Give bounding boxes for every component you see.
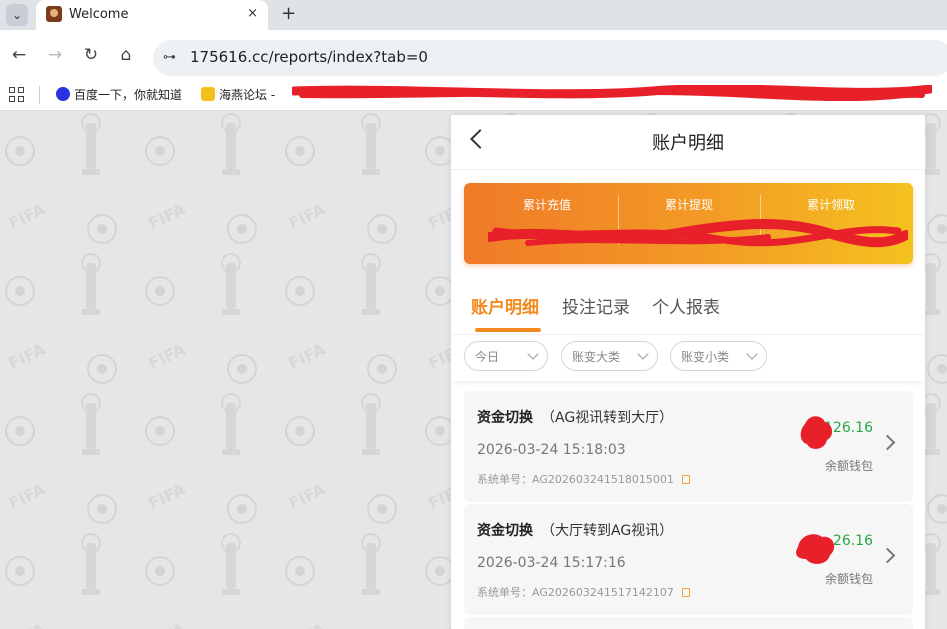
browser-tab[interactable]: Welcome ×	[36, 0, 268, 30]
address-bar[interactable]: ⊶ 175616.cc/reports/index?tab=0	[153, 40, 947, 76]
bookmark-label: 海燕论坛 -	[219, 88, 276, 102]
trophy-icon	[201, 87, 215, 101]
order-text: 系统单号：AG202603241517142107	[477, 586, 674, 599]
filter-label: 今日	[475, 350, 500, 364]
redaction-scribble	[292, 85, 932, 101]
chevron-down-icon	[527, 348, 539, 360]
copy-icon[interactable]	[681, 475, 690, 484]
list-item[interactable]	[464, 617, 913, 629]
baidu-paw-icon	[56, 87, 70, 101]
copy-icon[interactable]	[681, 588, 690, 597]
record-order-number: 系统单号：AG202603241518015001	[477, 471, 690, 487]
record-type: 资金切换	[477, 410, 533, 426]
tab-strip: chevron-down-icon⌄ Welcome × +	[0, 0, 947, 30]
list-item[interactable]: 资金切换 （AG视讯转到大厅） 2026-03-24 15:18:03 系统单号：…	[464, 391, 913, 502]
site-favicon-icon	[46, 6, 62, 22]
record-wallet: 余额钱包	[824, 572, 873, 586]
tab-bet-records[interactable]: 投注记录	[562, 293, 630, 318]
panel-header: 账户明细	[451, 115, 925, 170]
chevron-right-icon	[879, 547, 896, 564]
record-detail: （大厅转到AG视讯）	[541, 523, 674, 539]
account-detail-panel: 账户明细 累计充值 累计提现 累计领取 账户明细 投注记录 个人报表 今日 账变…	[451, 115, 925, 629]
redaction-scribble	[488, 219, 908, 248]
chevron-right-icon	[879, 434, 896, 451]
home-button[interactable]: ⌂	[115, 44, 137, 66]
active-tab-indicator	[475, 328, 541, 332]
record-time: 2026-03-24 15:18:03	[477, 442, 626, 458]
record-amount: 26.16	[832, 533, 873, 549]
site-info-icon[interactable]: ⊶	[163, 50, 176, 65]
record-title: 资金切换 （AG视讯转到大厅）	[477, 407, 673, 427]
tab-search-button[interactable]: chevron-down-icon⌄	[6, 4, 28, 26]
summary-banner: 累计充值 累计提现 累计领取	[464, 183, 913, 264]
list-item[interactable]: 资金切换 （大厅转到AG视讯） 2026-03-24 15:17:16 系统单号：…	[464, 504, 913, 615]
toolbar: ← → ↻ ⌂ ⊶ 175616.cc/reports/index?tab=0	[0, 30, 947, 80]
filter-bar: 今日 账变大类 账变小类	[451, 335, 925, 381]
back-button[interactable]: ←	[8, 44, 30, 66]
record-title: 资金切换 （大厅转到AG视讯）	[477, 520, 673, 540]
bookmark-baidu[interactable]: 百度一下，你就知道	[56, 86, 182, 103]
filter-date-select[interactable]: 今日	[464, 341, 548, 371]
apps-grid-icon[interactable]	[9, 87, 25, 103]
bookmark-haiyan[interactable]: 海燕论坛 -	[201, 86, 275, 103]
chevron-down-icon	[746, 348, 758, 360]
filter-label: 账变大类	[572, 350, 621, 364]
reload-button[interactable]: ↻	[80, 44, 102, 66]
order-text: 系统单号：AG202603241518015001	[477, 473, 674, 486]
record-detail: （AG视讯转到大厅）	[541, 410, 674, 426]
record-type: 资金切换	[477, 523, 533, 539]
filter-subcategory-select[interactable]: 账变小类	[670, 341, 767, 371]
redaction-scribble	[796, 534, 835, 564]
filter-label: 账变小类	[681, 350, 730, 364]
record-wallet: 余额钱包	[824, 459, 873, 473]
tab-title: Welcome	[69, 7, 129, 22]
filter-category-select[interactable]: 账变大类	[561, 341, 658, 371]
tab-account-detail[interactable]: 账户明细	[471, 293, 539, 318]
close-icon[interactable]: ×	[247, 6, 258, 21]
tab-bar: 账户明细 投注记录 个人报表	[451, 278, 925, 335]
bookmark-label: 百度一下，你就知道	[74, 88, 183, 102]
forward-button[interactable]: →	[44, 44, 66, 66]
page-viewport: FIFA 账户明细 累计充值 累计提现 累计领取 账户明细 投注记	[0, 111, 947, 629]
redaction-scribble	[800, 416, 833, 449]
record-order-number: 系统单号：AG202603241517142107	[477, 584, 690, 600]
page-title: 账户明细	[652, 133, 724, 154]
record-time: 2026-03-24 15:17:16	[477, 555, 626, 571]
new-tab-button[interactable]: +	[281, 3, 296, 24]
bookmark-separator	[39, 86, 40, 104]
chevron-down-icon	[637, 348, 649, 360]
url-text[interactable]: 175616.cc/reports/index?tab=0	[190, 48, 428, 66]
tab-personal-report[interactable]: 个人报表	[652, 293, 720, 318]
